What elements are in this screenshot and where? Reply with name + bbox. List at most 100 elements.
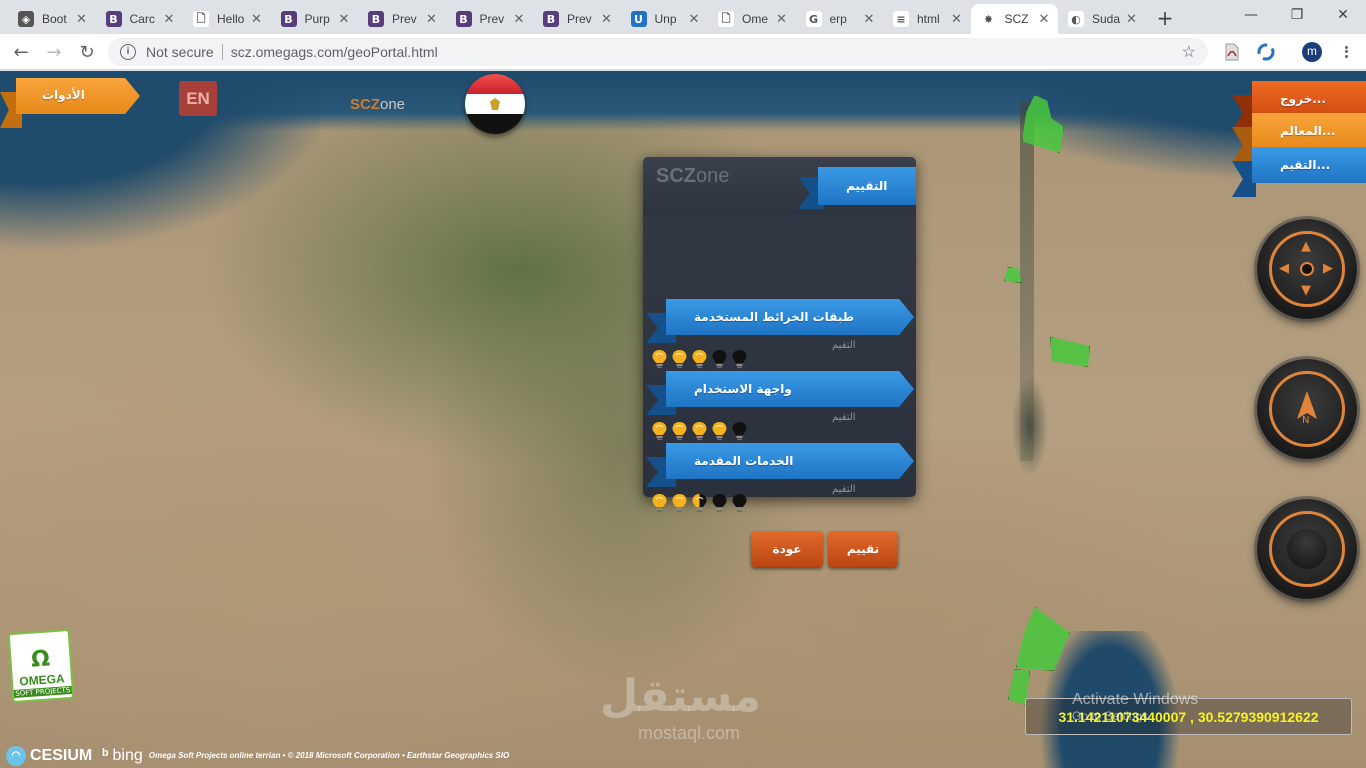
tab-close-icon[interactable]: ✕ bbox=[249, 12, 265, 27]
browser-tab[interactable]: B Prev ✕ bbox=[533, 4, 621, 34]
lightbulb-icon[interactable] bbox=[671, 349, 688, 369]
browser-tab[interactable]: B Prev ✕ bbox=[358, 4, 446, 34]
info-icon[interactable]: i bbox=[120, 44, 136, 60]
map-credit-text: Omega Soft Projects online terrian • © 2… bbox=[148, 751, 510, 760]
browser-menu-icon[interactable] bbox=[1338, 42, 1354, 62]
browser-tab[interactable]: 🗋 Ome ✕ bbox=[708, 4, 796, 34]
browser-tab[interactable]: B Prev ✕ bbox=[446, 4, 534, 34]
window-maximize-button[interactable]: ❐ bbox=[1274, 0, 1320, 30]
tab-title: erp bbox=[829, 12, 847, 26]
lightbulb-icon[interactable] bbox=[691, 349, 708, 369]
forward-button[interactable]: → bbox=[41, 39, 67, 65]
features-menu-button[interactable]: المعالم... bbox=[1232, 113, 1366, 163]
tab-close-icon[interactable]: ✕ bbox=[949, 12, 965, 27]
lightbulb-icon[interactable] bbox=[671, 493, 688, 513]
bootstrap-b-icon: B bbox=[280, 11, 297, 27]
new-tab-button[interactable]: + bbox=[1152, 6, 1178, 32]
tab-title: Prev bbox=[479, 12, 505, 26]
submit-rating-button[interactable]: تقييم bbox=[828, 531, 898, 567]
url-text[interactable]: scz.omegags.com/geoPortal.html bbox=[231, 44, 438, 60]
language-toggle-button[interactable]: EN bbox=[179, 81, 217, 116]
tab-title: Prev bbox=[567, 12, 592, 26]
tab-close-icon[interactable]: ✕ bbox=[336, 12, 352, 27]
map-viewport[interactable]: الأدوات EN SCZone خروج... المعالم... الت… bbox=[0, 71, 1366, 768]
exit-label: خروج... bbox=[1252, 81, 1366, 117]
back-button-dialog[interactable]: عودة bbox=[751, 531, 823, 567]
tab-title: Boot bbox=[42, 12, 67, 26]
sync-extension-icon[interactable] bbox=[1256, 42, 1276, 62]
scz-icon: ✸ bbox=[980, 11, 997, 27]
lightbulb-icon[interactable] bbox=[711, 493, 728, 513]
tab-close-icon[interactable]: ✕ bbox=[1124, 12, 1140, 27]
exit-menu-button[interactable]: خروج... bbox=[1232, 81, 1366, 131]
tools-label: الأدوات bbox=[16, 78, 140, 114]
bing-logo[interactable]: ᵇ bing bbox=[102, 747, 143, 765]
mostaql-watermark: مستقل bbox=[600, 671, 761, 722]
browser-tab[interactable]: ◈ Boot ✕ bbox=[8, 4, 96, 34]
browser-tab[interactable]: 🗋 Hello ✕ bbox=[183, 4, 271, 34]
stackoverflow-icon: ≡ bbox=[893, 11, 909, 27]
bulb-rating[interactable] bbox=[651, 349, 748, 369]
compass-control[interactable]: N bbox=[1257, 359, 1357, 459]
window-close-button[interactable]: ✕ bbox=[1320, 0, 1366, 30]
tab-close-icon[interactable]: ✕ bbox=[861, 12, 877, 27]
tab-close-icon[interactable]: ✕ bbox=[511, 12, 527, 27]
bulb-rating[interactable] bbox=[651, 493, 748, 513]
bootstrap-b-icon: B bbox=[105, 11, 122, 27]
arrow-right-icon: → bbox=[46, 41, 62, 63]
lightbulb-icon[interactable] bbox=[651, 493, 668, 513]
browser-tab[interactable]: B Purp ✕ bbox=[271, 4, 359, 34]
bootstrap-b-icon: B bbox=[455, 11, 472, 27]
lightbulb-icon[interactable] bbox=[711, 421, 728, 441]
lightbulb-icon[interactable] bbox=[711, 349, 728, 369]
compass-needle-icon bbox=[1257, 359, 1357, 459]
google-icon: G bbox=[805, 11, 822, 27]
rating-label: التقيم... bbox=[1252, 147, 1366, 183]
egypt-flag-button[interactable] bbox=[465, 74, 525, 134]
criterion-label: طبقات الخرائط المستخدمة bbox=[666, 299, 914, 335]
tab-close-icon[interactable]: ✕ bbox=[599, 12, 615, 27]
tab-title: Purp bbox=[304, 12, 330, 26]
profile-avatar[interactable]: m bbox=[1302, 42, 1322, 62]
compass-north-label: N bbox=[1302, 415, 1310, 426]
lightbulb-icon[interactable] bbox=[671, 421, 688, 441]
browser-tab[interactable]: ✸ SCZ ✕ bbox=[970, 4, 1058, 34]
cesium-logo[interactable]: ◠ CESIUM bbox=[6, 745, 92, 766]
back-button[interactable]: ← bbox=[8, 39, 34, 65]
lightbulb-icon[interactable] bbox=[691, 493, 708, 513]
lightbulb-icon[interactable] bbox=[651, 349, 668, 369]
lightbulb-icon[interactable] bbox=[731, 421, 748, 441]
scz-logo: SCZone bbox=[350, 96, 405, 113]
browser-tab[interactable]: ◐ Suda ✕ bbox=[1058, 4, 1146, 34]
reload-button[interactable]: ↻ bbox=[74, 39, 100, 65]
browser-tab[interactable]: ≡ html ✕ bbox=[883, 4, 971, 34]
tab-close-icon[interactable]: ✕ bbox=[161, 12, 177, 27]
lightbulb-icon[interactable] bbox=[731, 493, 748, 513]
browser-tab[interactable]: B Carc ✕ bbox=[96, 4, 184, 34]
browser-tab[interactable]: U Unp ✕ bbox=[621, 4, 709, 34]
logo-one-text: one bbox=[380, 96, 406, 113]
bulb-rating[interactable] bbox=[651, 421, 748, 441]
tab-close-icon[interactable]: ✕ bbox=[686, 12, 702, 27]
lightbulb-icon[interactable] bbox=[651, 421, 668, 441]
tab-close-icon[interactable]: ✕ bbox=[1036, 12, 1052, 27]
tab-close-icon[interactable]: ✕ bbox=[424, 12, 440, 27]
zoom-control[interactable] bbox=[1257, 499, 1357, 599]
browser-tab[interactable]: Gerp ✕ bbox=[796, 4, 884, 34]
rating-menu-button[interactable]: التقيم... bbox=[1232, 147, 1366, 197]
window-minimize-button[interactable]: — bbox=[1228, 0, 1274, 30]
lightbulb-icon[interactable] bbox=[691, 421, 708, 441]
bookmark-star-icon[interactable]: ☆ bbox=[1182, 42, 1196, 62]
features-label: المعالم... bbox=[1252, 113, 1366, 149]
tab-close-icon[interactable]: ✕ bbox=[774, 12, 790, 27]
mostaql-watermark-sub: mostaql.com bbox=[638, 723, 741, 743]
tab-close-icon[interactable]: ✕ bbox=[74, 12, 90, 27]
address-bar[interactable]: i Not secure scz.omegags.com/geoPortal.h… bbox=[108, 38, 1208, 66]
pan-control[interactable]: ▲ ▼ ◀ ▶ bbox=[1257, 219, 1357, 319]
zone-polygon[interactable] bbox=[1050, 337, 1090, 367]
arrow-left-icon: ← bbox=[13, 41, 29, 63]
lightbulb-icon[interactable] bbox=[731, 349, 748, 369]
bootstrap-b-icon: B bbox=[543, 11, 559, 27]
pdf-extension-icon[interactable] bbox=[1222, 42, 1242, 62]
pan-hand-icon bbox=[1257, 219, 1357, 319]
